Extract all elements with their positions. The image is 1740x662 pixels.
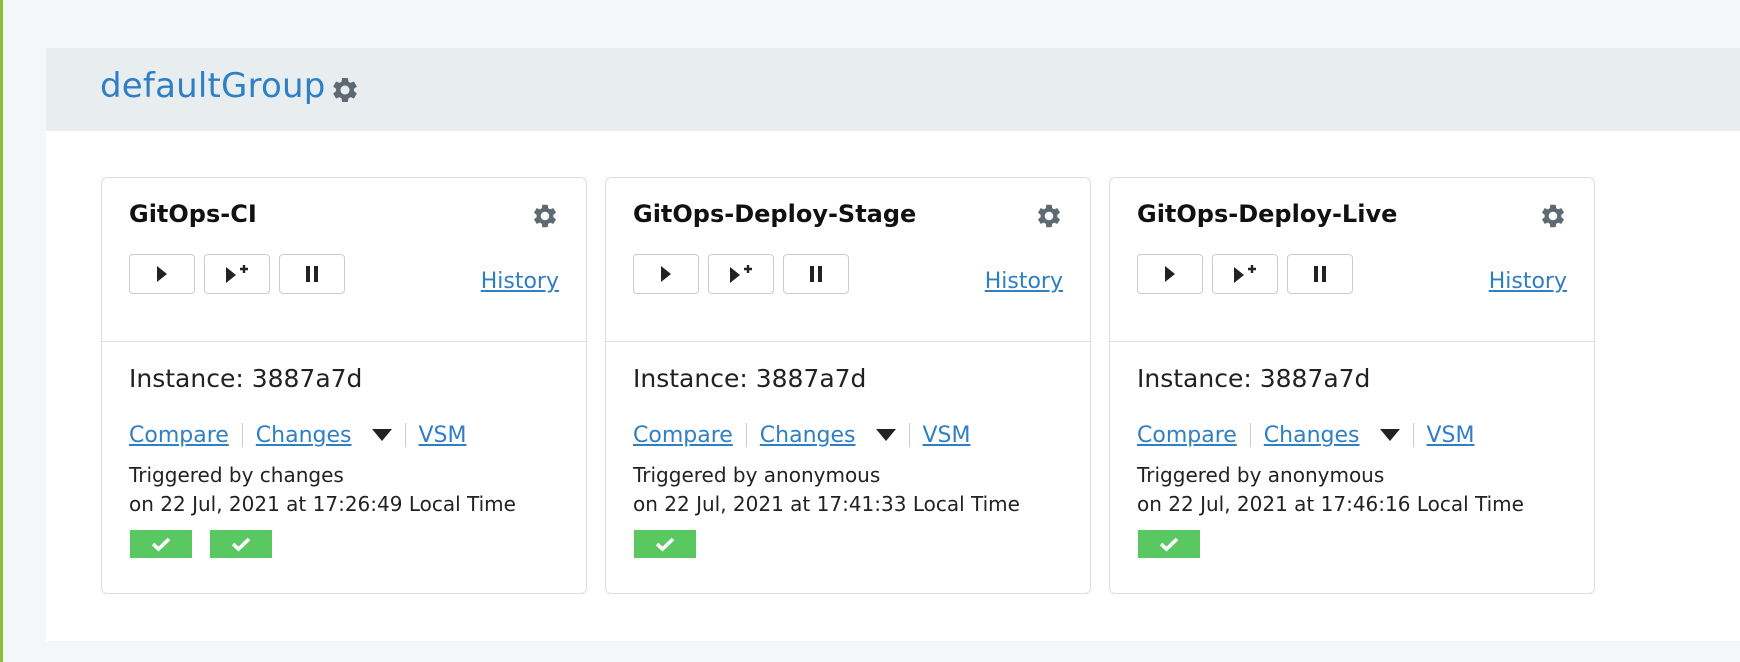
pause-icon [1314,266,1326,282]
instance-links: Compare Changes VSM [633,420,971,450]
play-icon [157,266,167,282]
play-with-options-icon [1234,265,1256,283]
pause-button[interactable] [1287,254,1353,294]
pipeline-name[interactable]: GitOps-Deploy-Stage [633,200,916,228]
trigger-with-options-button[interactable] [1212,254,1278,294]
changes-link[interactable]: Changes [1264,423,1360,448]
trigger-info: Triggered by anonymous on 22 Jul, 2021 a… [633,461,1020,519]
instance-links: Compare Changes VSM [129,420,467,450]
history-link[interactable]: History [1489,269,1567,294]
gear-icon[interactable] [330,75,360,105]
caret-down-icon[interactable] [371,429,392,441]
history-link[interactable]: History [481,269,559,294]
caret-down-icon[interactable] [1379,429,1400,441]
checkmark-icon [231,537,251,552]
group-title[interactable]: defaultGroup [100,66,326,106]
pipeline-name[interactable]: GitOps-CI [129,200,257,228]
triggered-on-text: on 22 Jul, 2021 at 17:41:33 Local Time [633,492,1020,516]
stage-passed[interactable] [634,530,696,558]
triggered-by-text: Triggered by changes [129,463,344,487]
pause-icon [810,266,822,282]
pipeline-name[interactable]: GitOps-Deploy-Live [1137,200,1397,228]
checkmark-icon [1159,537,1179,552]
stage-bar [634,530,714,558]
stage-passed[interactable] [130,530,192,558]
stage-bar [1138,530,1218,558]
gear-icon[interactable] [531,202,559,230]
play-with-options-icon [730,265,752,283]
changes-link[interactable]: Changes [760,423,856,448]
stage-passed[interactable] [1138,530,1200,558]
pipeline-card-header: GitOps-CI History [102,178,586,342]
vsm-link[interactable]: VSM [923,423,971,448]
trigger-button[interactable] [129,254,195,294]
triggered-on-text: on 22 Jul, 2021 at 17:46:16 Local Time [1137,492,1524,516]
checkmark-icon [151,537,171,552]
gear-icon[interactable] [1539,202,1567,230]
pause-icon [306,266,318,282]
pipeline-card-header: GitOps-Deploy-Stage History [606,178,1090,342]
left-accent-bar [0,0,3,662]
instance-label: Instance: 3887a7d [1137,364,1371,393]
trigger-info: Triggered by changes on 22 Jul, 2021 at … [129,461,516,519]
compare-link[interactable]: Compare [1137,423,1237,448]
group-header: defaultGroup [46,48,1740,131]
play-icon [1165,266,1175,282]
pipeline-card: GitOps-Deploy-Live History Instance: 388… [1109,177,1595,594]
pipeline-card-header: GitOps-Deploy-Live History [1110,178,1594,342]
triggered-by-text: Triggered by anonymous [633,463,881,487]
checkmark-icon [655,537,675,552]
trigger-with-options-button[interactable] [204,254,270,294]
trigger-button[interactable] [633,254,699,294]
divider [1412,423,1414,447]
pipeline-card: GitOps-CI History Instance: 3887a7d Comp… [101,177,587,594]
changes-link[interactable]: Changes [256,423,352,448]
gear-icon[interactable] [1035,202,1063,230]
stage-passed[interactable] [210,530,272,558]
trigger-with-options-button[interactable] [708,254,774,294]
pipeline-card: GitOps-Deploy-Stage History Instance: 38… [605,177,1091,594]
stage-bar [130,530,290,558]
vsm-link[interactable]: VSM [419,423,467,448]
triggered-on-text: on 22 Jul, 2021 at 17:26:49 Local Time [129,492,516,516]
instance-links: Compare Changes VSM [1137,420,1475,450]
caret-down-icon[interactable] [875,429,896,441]
trigger-info: Triggered by anonymous on 22 Jul, 2021 a… [1137,461,1524,519]
divider [1249,423,1251,447]
compare-link[interactable]: Compare [633,423,733,448]
compare-link[interactable]: Compare [129,423,229,448]
triggered-by-text: Triggered by anonymous [1137,463,1385,487]
trigger-button[interactable] [1137,254,1203,294]
history-link[interactable]: History [985,269,1063,294]
divider [745,423,747,447]
pipeline-group: defaultGroup GitOps-CI History Instance:… [46,48,1740,641]
vsm-link[interactable]: VSM [1427,423,1475,448]
instance-label: Instance: 3887a7d [129,364,363,393]
divider [241,423,243,447]
divider [908,423,910,447]
play-with-options-icon [226,265,248,283]
instance-label: Instance: 3887a7d [633,364,867,393]
pause-button[interactable] [279,254,345,294]
divider [404,423,406,447]
play-icon [661,266,671,282]
pause-button[interactable] [783,254,849,294]
